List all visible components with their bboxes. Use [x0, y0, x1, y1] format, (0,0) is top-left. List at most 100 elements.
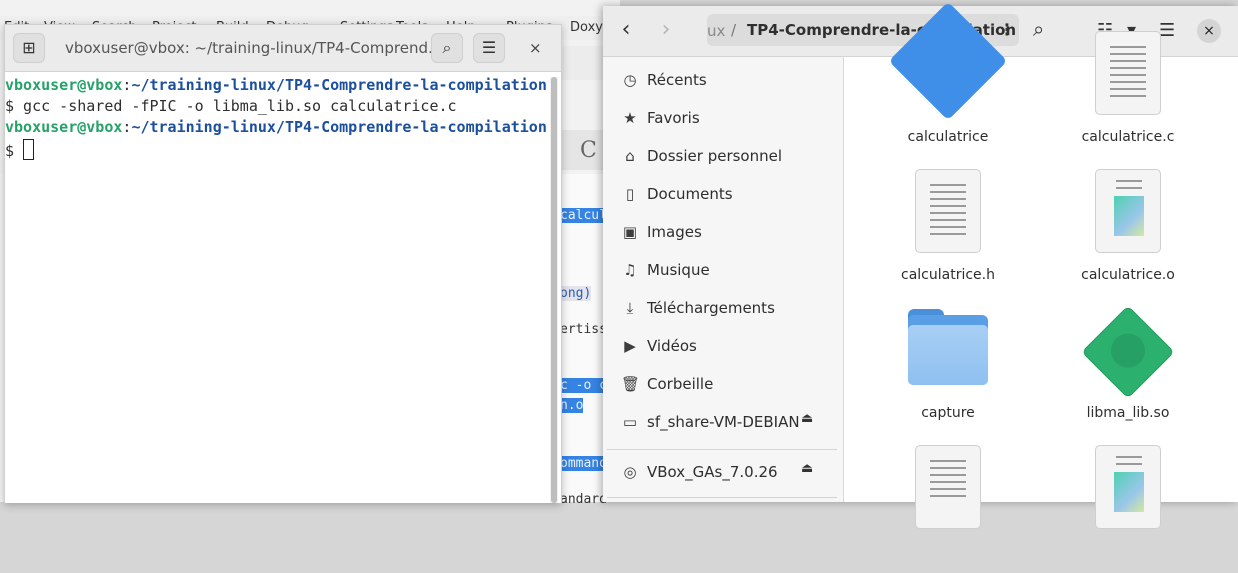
file-name: capture — [921, 405, 975, 421]
star-icon: ★ — [623, 109, 637, 127]
file-item[interactable] — [858, 443, 1038, 573]
library-icon — [1081, 305, 1175, 399]
forward-button[interactable]: › — [649, 16, 683, 46]
object-file-icon — [1095, 445, 1161, 529]
music-icon: ♫ — [623, 261, 637, 279]
command-line: $ gcc -shared -fPIC -o libma_lib.so calc… — [5, 97, 457, 115]
terminal-close-button[interactable]: × — [529, 39, 542, 57]
disc-icon: ◎ — [623, 463, 637, 481]
code-line: andard — [560, 492, 607, 507]
scrollbar-thumb[interactable] — [551, 77, 557, 503]
terminal-headerbar: ⊞ vboxuser@vbox: ~/training-linux/TP4-Co… — [5, 25, 561, 72]
executable-icon — [888, 1, 1008, 121]
sidebar-item-label: Documents — [647, 185, 733, 203]
object-file-icon — [1095, 169, 1161, 253]
sidebar-item-label: Images — [647, 223, 702, 241]
sidebar-item-shared-folder[interactable]: ▭ sf_share-VM-DEBIAN ⏏ — [603, 403, 843, 441]
menu-item[interactable]: Doxy — [570, 20, 603, 35]
file-name: calculatrice.c — [1081, 129, 1175, 145]
image-icon: ▣ — [622, 223, 638, 241]
document-icon: ▯ — [625, 185, 635, 203]
sidebar-item-recents[interactable]: ◷ Récents — [603, 61, 843, 99]
terminal-title: vboxuser@vbox: ~/training-linux/TP4-Comp… — [65, 39, 443, 57]
file-name: calculatrice — [907, 129, 989, 145]
new-tab-icon: ⊞ — [22, 38, 36, 57]
eject-icon[interactable]: ⏏ — [801, 411, 813, 426]
home-icon: ⌂ — [625, 147, 635, 165]
file-manager-window[interactable]: ‹ › ux / TP4-Comprendre-la-compilation ⋮… — [603, 1, 1238, 529]
sidebar-item-favorites[interactable]: ★ Favoris — [603, 99, 843, 137]
sidebar-divider — [607, 497, 837, 498]
sidebar-item-images[interactable]: ▣ Images — [603, 213, 843, 251]
folder-icon — [908, 309, 988, 385]
code-line: ommand — [560, 456, 607, 471]
chevron-left-icon: ‹ — [621, 17, 631, 42]
prompt-user: vboxuser@vbox — [5, 76, 123, 94]
download-icon: ⤓ — [626, 299, 634, 317]
sidebar-item-label: Vidéos — [647, 337, 697, 355]
file-item[interactable]: calculatrice.c — [1038, 31, 1218, 167]
text-cursor — [23, 139, 35, 160]
sidebar-item-label: Dossier personnel — [647, 147, 783, 165]
search-icon: ⌕ — [442, 38, 452, 57]
sidebar-divider — [607, 449, 837, 450]
prompt-path: ~/training-linux/TP4-Comprendre-la-compi… — [131, 76, 547, 94]
terminal-window[interactable]: ⊞ vboxuser@vbox: ~/training-linux/TP4-Co… — [4, 24, 562, 503]
new-tab-button[interactable]: ⊞ — [13, 33, 45, 63]
places-sidebar: ◷ Récents ★ Favoris ⌂ Dossier personnel ▯ Do… — [603, 57, 844, 502]
file-name: libma_lib.so — [1086, 405, 1170, 421]
file-item[interactable]: libma_lib.so — [1038, 305, 1218, 435]
background-letter: C — [580, 138, 597, 163]
prompt-line: vboxuser@vbox:~/training-linux/TP4-Compr… — [5, 118, 547, 136]
code-line: n.o — [560, 398, 584, 413]
code-line: ertiss — [560, 322, 607, 337]
input-line[interactable]: $ — [5, 139, 35, 160]
chevron-right-icon: › — [661, 17, 671, 42]
sidebar-item-music[interactable]: ♫ Musique — [603, 251, 843, 289]
prompt-path: ~/training-linux/TP4-Comprendre-la-compi… — [131, 118, 547, 136]
hamburger-menu-icon: ☰ — [481, 38, 497, 57]
code-line: c -o c — [560, 378, 607, 393]
file-name: calculatrice.o — [1081, 267, 1175, 283]
sidebar-item-label: Favoris — [647, 109, 700, 127]
drive-icon: ▭ — [622, 413, 638, 431]
sidebar-item-label: sf_share-VM-DEBIAN — [647, 413, 800, 431]
code-line: calcul — [560, 208, 607, 223]
clock-icon: ◷ — [623, 71, 637, 89]
terminal-menu-button[interactable]: ☰ — [473, 33, 505, 63]
path-segment-parent[interactable]: ux — [707, 22, 725, 40]
file-item[interactable]: calculatrice — [858, 1, 1038, 167]
sidebar-item-home[interactable]: ⌂ Dossier personnel — [603, 137, 843, 175]
prompt-line: vboxuser@vbox:~/training-linux/TP4-Compr… — [5, 76, 547, 94]
file-name: calculatrice.h — [901, 267, 995, 283]
text-file-icon — [915, 445, 981, 529]
terminal-scrollbar[interactable] — [550, 77, 558, 503]
sidebar-item-vbox-disc[interactable]: ◎ VBox_GAs_7.0.26 ⏏ — [603, 453, 843, 491]
path-separator: / — [731, 21, 737, 39]
code-line: ong) — [560, 286, 592, 301]
file-item[interactable]: calculatrice.h — [858, 167, 1038, 297]
prompt-user: vboxuser@vbox — [5, 118, 123, 136]
file-item[interactable]: capture — [858, 305, 1038, 435]
file-item[interactable] — [1038, 443, 1218, 573]
sidebar-item-videos[interactable]: ▶ Vidéos — [603, 327, 843, 365]
video-icon: ▶ — [624, 337, 636, 355]
trash-icon: 🗑 — [621, 375, 641, 393]
file-item[interactable]: calculatrice.o — [1038, 167, 1218, 297]
sidebar-item-label: Téléchargements — [647, 299, 775, 317]
eject-icon[interactable]: ⏏ — [801, 461, 813, 476]
sidebar-item-label: Récents — [647, 71, 707, 89]
terminal-output[interactable]: vboxuser@vbox:~/training-linux/TP4-Compr… — [5, 72, 549, 503]
sidebar-item-label: Corbeille — [647, 375, 714, 393]
sidebar-item-label: Musique — [647, 261, 710, 279]
text-file-icon — [1095, 31, 1161, 115]
file-grid: calculatrice calculatrice.c calculatrice… — [844, 1, 1238, 529]
sidebar-item-trash[interactable]: 🗑 Corbeille — [603, 365, 843, 403]
sidebar-item-documents[interactable]: ▯ Documents — [603, 175, 843, 213]
sidebar-item-downloads[interactable]: ⤓ Téléchargements — [603, 289, 843, 327]
terminal-search-button[interactable]: ⌕ — [431, 33, 463, 63]
text-file-icon — [915, 169, 981, 253]
sidebar-item-label: VBox_GAs_7.0.26 — [647, 463, 778, 481]
back-button[interactable]: ‹ — [609, 16, 643, 46]
input-prompt: $ — [5, 142, 24, 160]
